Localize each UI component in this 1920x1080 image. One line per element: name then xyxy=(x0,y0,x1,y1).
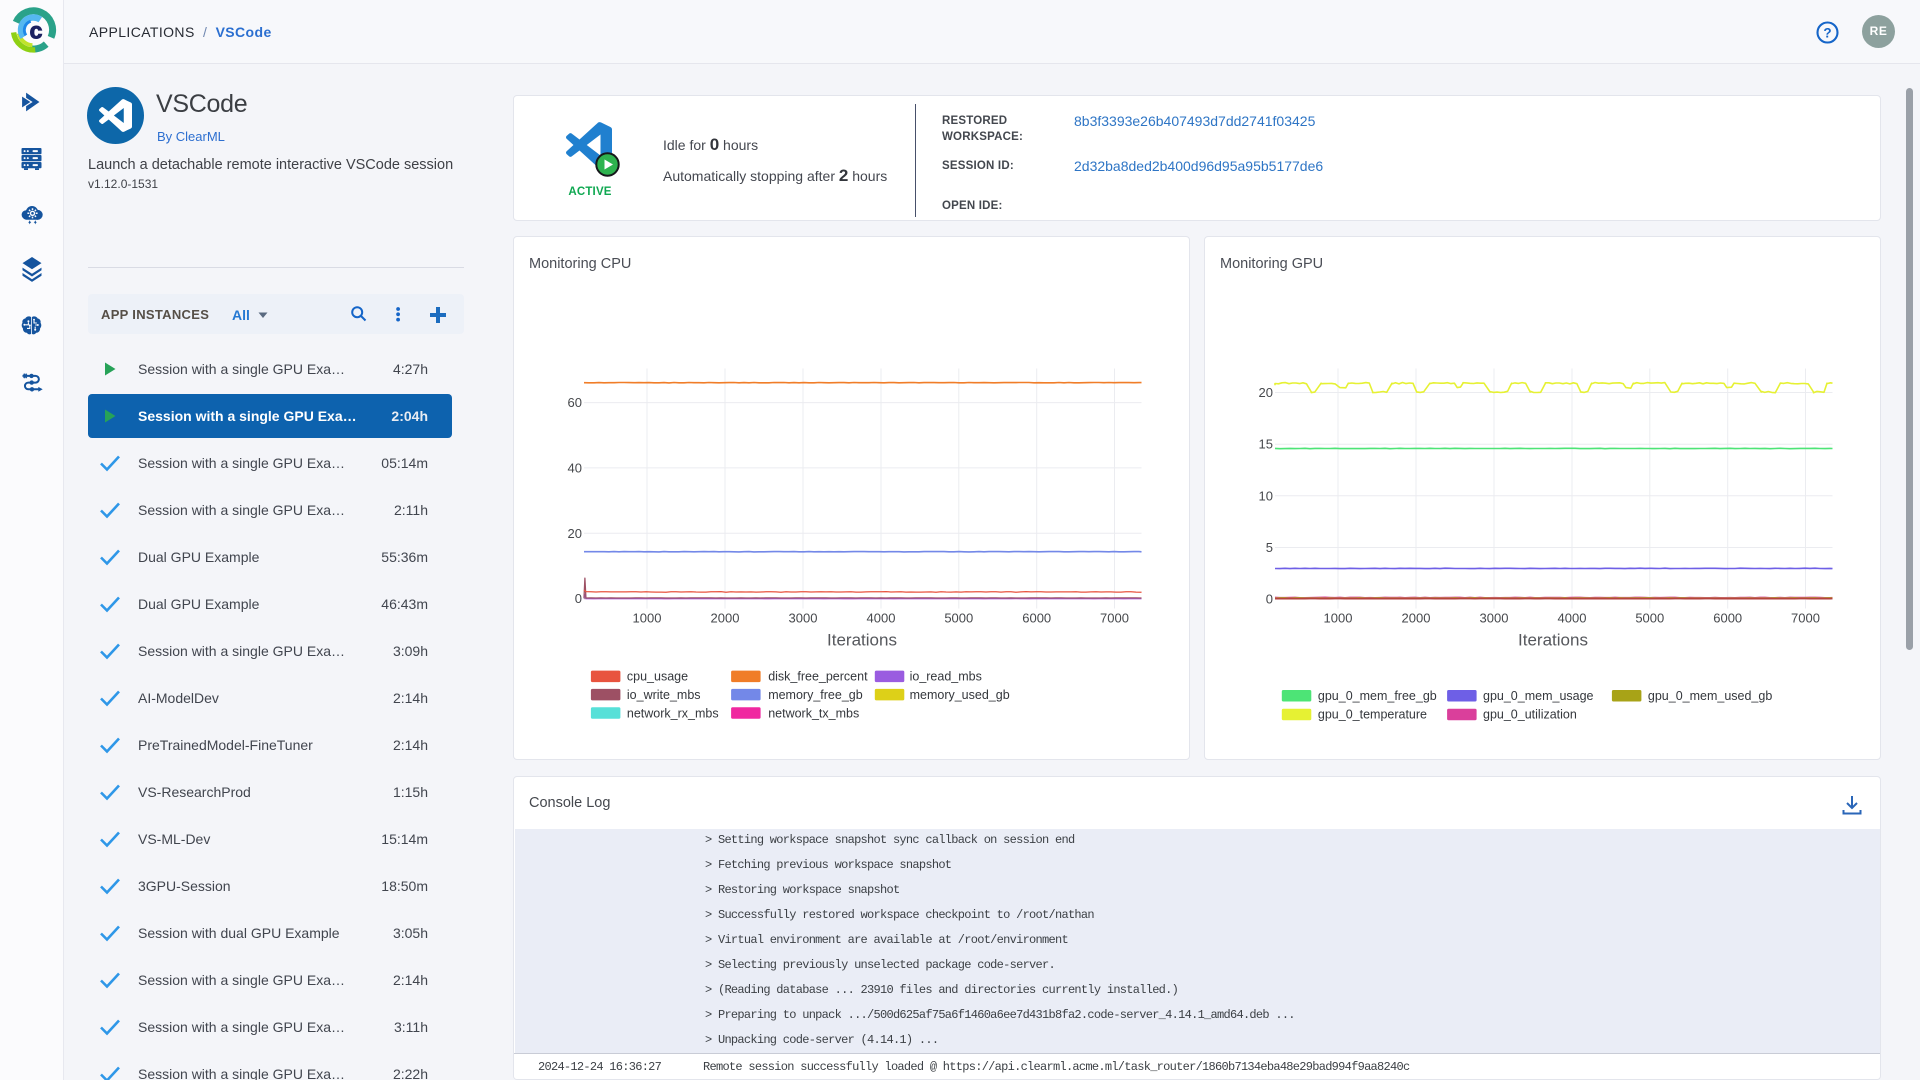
svg-text:2000: 2000 xyxy=(1402,611,1431,626)
svg-text:gpu_0_mem_used_gb: gpu_0_mem_used_gb xyxy=(1648,689,1772,703)
svg-text:memory_free_gb: memory_free_gb xyxy=(768,688,863,702)
svg-text:6000: 6000 xyxy=(1022,611,1051,626)
svg-text:io_write_mbs: io_write_mbs xyxy=(627,688,701,702)
svg-text:gpu_0_mem_usage: gpu_0_mem_usage xyxy=(1483,689,1594,703)
svg-text:5000: 5000 xyxy=(944,611,973,626)
svg-text:5000: 5000 xyxy=(1635,611,1664,626)
svg-text:6000: 6000 xyxy=(1713,611,1742,626)
svg-text:20: 20 xyxy=(568,526,582,541)
svg-text:0: 0 xyxy=(1266,592,1273,607)
svg-text:60: 60 xyxy=(568,395,582,410)
svg-text:disk_free_percent: disk_free_percent xyxy=(768,670,868,684)
svg-text:network_tx_mbs: network_tx_mbs xyxy=(768,706,859,720)
svg-text:c: c xyxy=(30,18,43,44)
svg-text:3000: 3000 xyxy=(1480,611,1509,626)
svg-text:1000: 1000 xyxy=(633,611,662,626)
svg-text:io_read_mbs: io_read_mbs xyxy=(910,670,982,684)
svg-text:40: 40 xyxy=(568,460,582,475)
svg-text:7000: 7000 xyxy=(1791,611,1820,626)
svg-text:5: 5 xyxy=(1266,540,1273,555)
svg-text:network_rx_mbs: network_rx_mbs xyxy=(627,706,719,720)
svg-text:20: 20 xyxy=(1259,385,1273,400)
svg-text:Iterations: Iterations xyxy=(827,631,897,650)
svg-text:15: 15 xyxy=(1259,437,1273,452)
svg-text:7000: 7000 xyxy=(1100,611,1129,626)
svg-text:?: ? xyxy=(1823,25,1831,40)
svg-text:gpu_0_temperature: gpu_0_temperature xyxy=(1318,708,1427,722)
svg-text:gpu_0_mem_free_gb: gpu_0_mem_free_gb xyxy=(1318,689,1437,703)
svg-text:gpu_0_utilization: gpu_0_utilization xyxy=(1483,708,1577,722)
svg-text:memory_used_gb: memory_used_gb xyxy=(910,688,1010,702)
svg-text:4000: 4000 xyxy=(867,611,896,626)
svg-text:1000: 1000 xyxy=(1324,611,1353,626)
svg-text:10: 10 xyxy=(1259,488,1273,503)
svg-text:0: 0 xyxy=(575,591,582,606)
svg-text:cpu_usage: cpu_usage xyxy=(627,670,688,684)
svg-text:3000: 3000 xyxy=(789,611,818,626)
svg-text:2000: 2000 xyxy=(711,611,740,626)
svg-text:Iterations: Iterations xyxy=(1518,631,1588,650)
svg-text:4000: 4000 xyxy=(1558,611,1587,626)
